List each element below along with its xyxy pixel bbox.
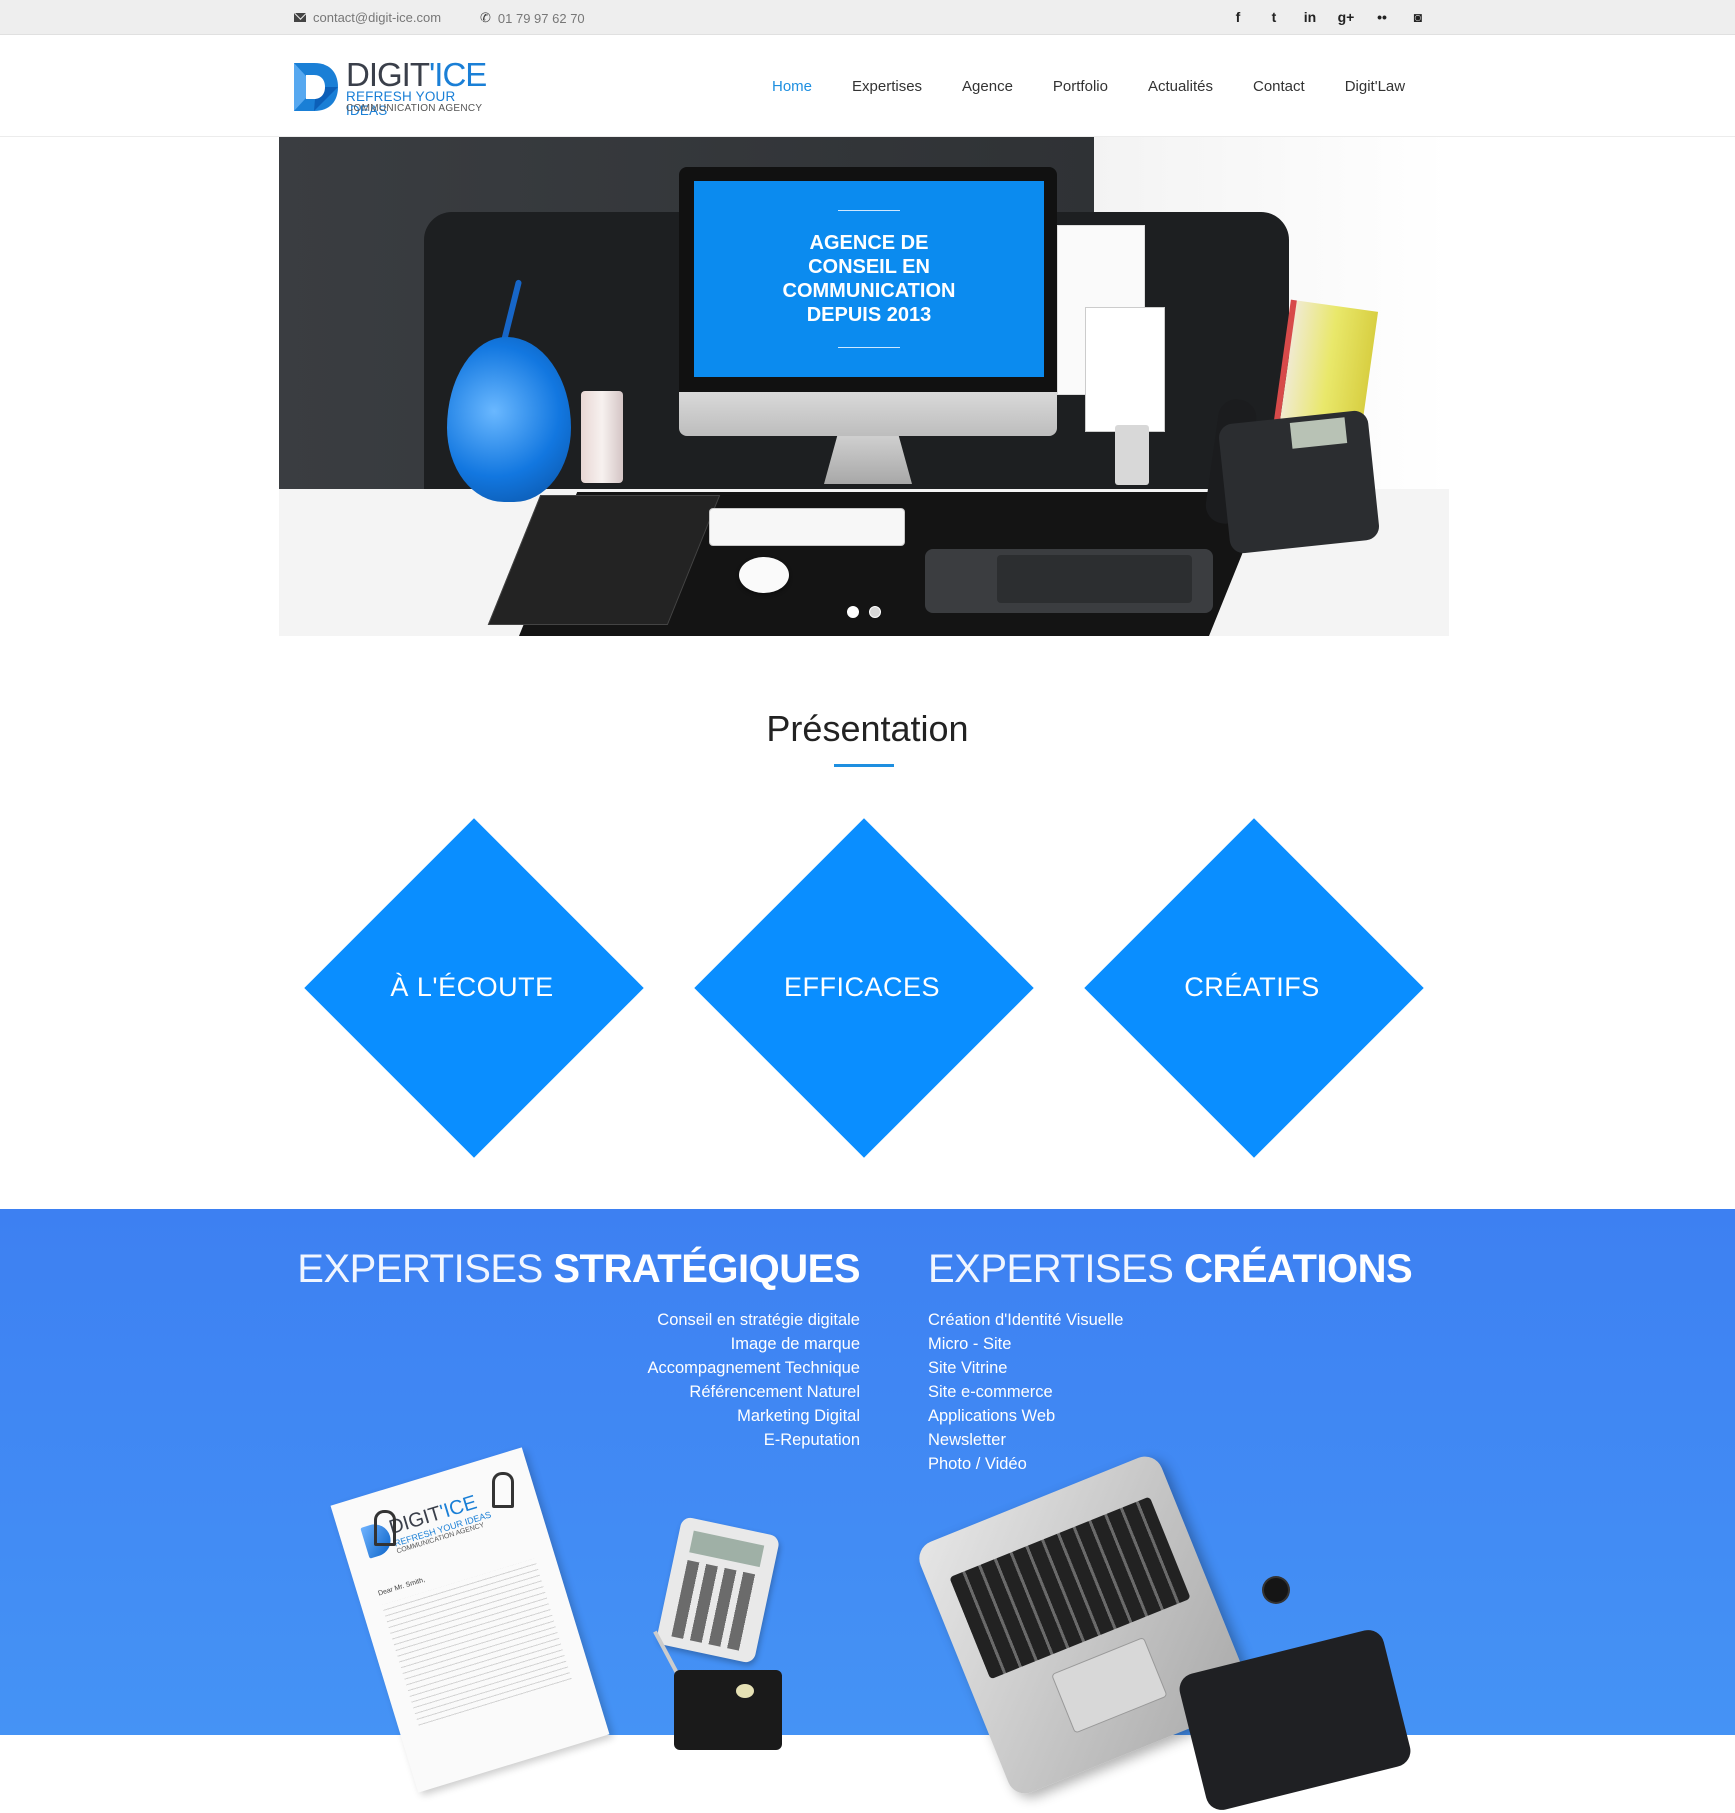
strategic-item[interactable]: E-Reputation <box>647 1428 860 1452</box>
logo-mark-icon <box>294 63 338 111</box>
notebook-clip <box>736 1684 754 1698</box>
contact-phone-text: 01 79 97 62 70 <box>497 10 585 26</box>
top-bar: contact@digit-ice.com ✆ 01 79 97 62 70 f… <box>0 0 1735 35</box>
hero-title: AGENCE DE CONSEIL EN COMMUNICATION DEPUI… <box>782 232 956 326</box>
value-efficaces: EFFICACES <box>783 972 941 1002</box>
creative-item[interactable]: Création d'Identité Visuelle <box>928 1308 1123 1332</box>
main-nav: Home Expertises Agence Portfolio Actuali… <box>772 78 1445 95</box>
hero-pen-cup <box>1115 425 1149 485</box>
logo-brand: DIGIT'ICE <box>346 56 487 93</box>
calculator-screen <box>689 1530 765 1568</box>
creative-heading-bold: CRÉATIONS <box>1184 1247 1413 1291</box>
hero-screen: AGENCE DE CONSEIL EN COMMUNICATION DEPUI… <box>694 181 1044 377</box>
twitter-icon[interactable]: t <box>1256 7 1292 27</box>
nav-digit-law[interactable]: Digit'Law <box>1345 78 1405 95</box>
nav-contact[interactable]: Contact <box>1253 78 1305 95</box>
creative-heading-light: EXPERTISES <box>928 1247 1174 1291</box>
creative-item[interactable]: Newsletter <box>928 1428 1123 1452</box>
value-ecoute: À L'ÉCOUTE <box>390 972 554 1002</box>
value-creatifs: CRÉATIFS <box>1184 972 1320 1002</box>
envelope-icon <box>294 13 306 22</box>
social-links: f t in g+ •• ◙ <box>1220 7 1436 27</box>
presentation-title: Présentation <box>766 708 969 749</box>
creative-item[interactable]: Site e-commerce <box>928 1380 1123 1404</box>
logo-brand-a: DIGIT <box>346 56 430 93</box>
strategic-item[interactable]: Référencement Naturel <box>647 1380 860 1404</box>
nav-agence[interactable]: Agence <box>962 78 1013 95</box>
slider-dots <box>279 606 1449 618</box>
hero-cup <box>581 391 623 483</box>
slider-dot-2[interactable] <box>869 606 881 618</box>
strategic-item[interactable]: Marketing Digital <box>647 1404 860 1428</box>
facebook-icon[interactable]: f <box>1220 7 1256 27</box>
hero-tablet-area <box>997 555 1192 603</box>
strategic-heading-bold: STRATÉGIQUES <box>553 1247 860 1291</box>
expertises-section: EXPERTISES STRATÉGIQUES Conseil en strat… <box>0 1209 1735 1735</box>
hero-monitor-stand <box>824 436 912 484</box>
creative-heading: EXPERTISES CRÉATIONS <box>928 1247 1413 1292</box>
strategic-heading-light: EXPERTISES <box>297 1247 543 1291</box>
calculator-keys <box>671 1560 758 1652</box>
flickr-icon[interactable]: •• <box>1364 7 1400 27</box>
webcam-icon <box>1264 1578 1288 1602</box>
creative-item[interactable]: Photo / Vidéo <box>928 1452 1123 1476</box>
contact-email-text: contact@digit-ice.com <box>313 10 442 25</box>
slider-dot-1[interactable] <box>847 606 859 618</box>
laptop-trackpad <box>1051 1636 1168 1734</box>
binder-clip-icon <box>374 1510 396 1546</box>
instagram-icon[interactable]: ◙ <box>1400 7 1436 27</box>
contact-phone[interactable]: ✆ 01 79 97 62 70 <box>480 10 585 26</box>
google-plus-icon[interactable]: g+ <box>1328 7 1364 27</box>
strategic-item[interactable]: Image de marque <box>647 1332 860 1356</box>
contact-email[interactable]: contact@digit-ice.com <box>294 10 441 25</box>
creative-list: Création d'Identité Visuelle Micro - Sit… <box>928 1308 1123 1476</box>
hero-paper-2 <box>1085 307 1165 432</box>
laptop-keyboard <box>949 1496 1191 1680</box>
logo-subtagline: COMMUNICATION AGENCY <box>346 103 483 114</box>
creative-item[interactable]: Applications Web <box>928 1404 1123 1428</box>
binder-clip-icon <box>492 1472 514 1508</box>
creative-item[interactable]: Micro - Site <box>928 1332 1123 1356</box>
hero-divider-top <box>838 210 900 211</box>
strategic-item[interactable]: Accompagnement Technique <box>647 1356 860 1380</box>
nav-actualites[interactable]: Actualités <box>1148 78 1213 95</box>
presentation-underline <box>834 764 894 767</box>
nav-home[interactable]: Home <box>772 78 812 95</box>
phone-icon: ✆ <box>480 10 491 25</box>
logo[interactable]: DIGIT'ICE REFRESH YOUR IDEAS COMMUNICATI… <box>292 57 492 119</box>
hero-divider-bottom <box>838 347 900 348</box>
hero-keyboard <box>709 508 905 546</box>
strategic-item[interactable]: Conseil en stratégie digitale <box>647 1308 860 1332</box>
hero-slider[interactable]: AGENCE DE CONSEIL EN COMMUNICATION DEPUI… <box>279 137 1449 636</box>
nav-expertises[interactable]: Expertises <box>852 78 922 95</box>
hero-mouse <box>739 557 789 593</box>
site-header: DIGIT'ICE REFRESH YOUR IDEAS COMMUNICATI… <box>0 35 1735 137</box>
hero-monitor-chin <box>679 392 1057 436</box>
logo-brand-b: 'ICE <box>429 56 487 93</box>
notebook <box>674 1670 782 1750</box>
strategic-heading: EXPERTISES STRATÉGIQUES <box>297 1247 860 1292</box>
creative-item[interactable]: Site Vitrine <box>928 1356 1123 1380</box>
strategic-list: Conseil en stratégie digitale Image de m… <box>647 1308 860 1452</box>
nav-portfolio[interactable]: Portfolio <box>1053 78 1108 95</box>
linkedin-icon[interactable]: in <box>1292 7 1328 27</box>
